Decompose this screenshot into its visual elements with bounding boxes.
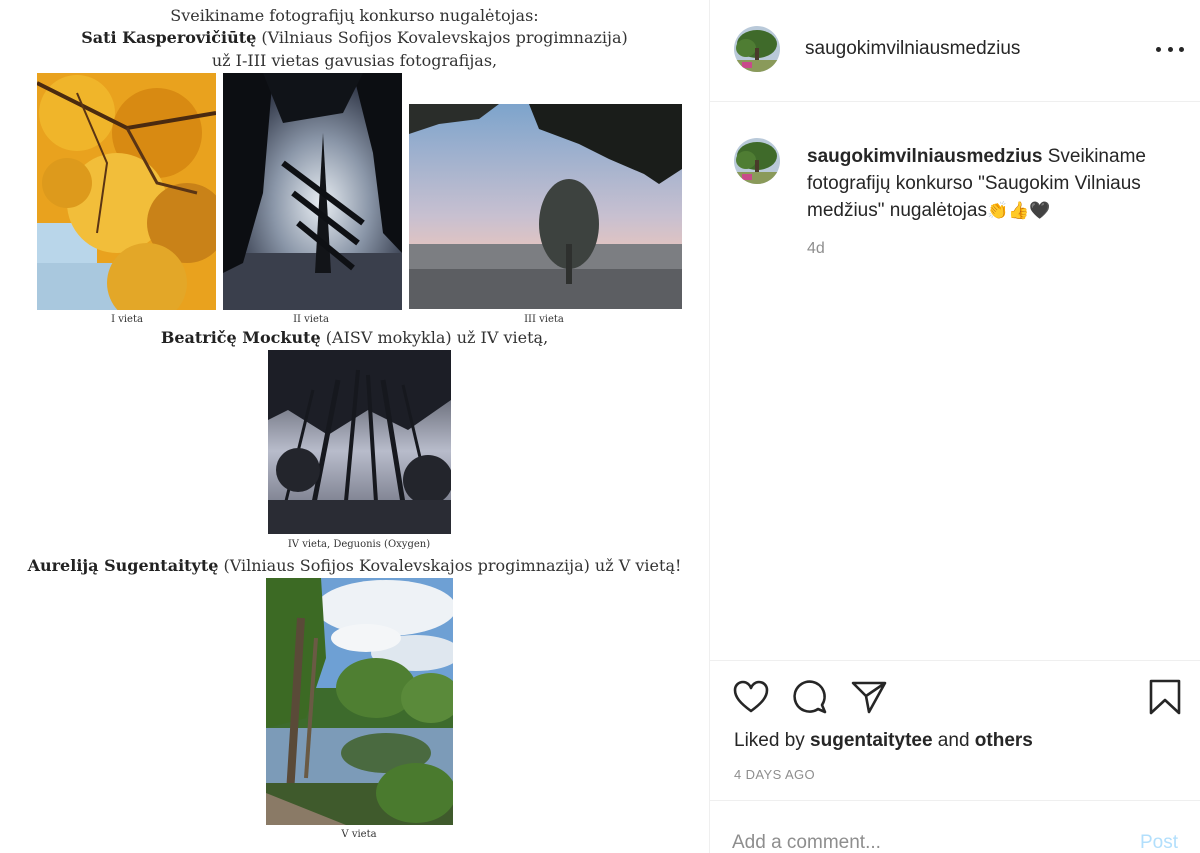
actions-divider (710, 660, 1200, 661)
caption-emojis: 👏👍🖤 (986, 201, 1051, 220)
doc-winner-1-places: už I-III vietas gavusias fotografijas, (211, 51, 498, 70)
photo-fourth-place (268, 350, 451, 534)
photo-third-place (409, 104, 682, 309)
more-options-icon[interactable] (1156, 38, 1184, 60)
doc-winner-3-name: Aureliją Sugentaitytę (27, 556, 219, 575)
bookmark-icon[interactable] (1146, 678, 1184, 716)
photo-first-place-caption: I vieta (111, 314, 143, 325)
caption-avatar[interactable] (734, 138, 780, 184)
photo-second-place-caption: II vieta (293, 314, 329, 325)
likes-middle: and (932, 730, 975, 751)
post-side-panel: saugokimvilniausmedzius saugokimvilniaus… (710, 0, 1200, 853)
post-timestamp: 4 DAYS AGO (734, 767, 816, 782)
doc-winner-3-details: (Vilniaus Sofijos Kovalevskajos progimna… (218, 556, 682, 575)
likes-prefix: Liked by (734, 730, 811, 751)
caption-username[interactable]: saugokimvilniausmedzius (807, 146, 1042, 167)
photo-fifth-place (266, 578, 453, 825)
comment-input[interactable] (732, 828, 1112, 853)
doc-heading: Sveikiname fotografijų konkurso nugalėto… (170, 6, 539, 25)
doc-winner-1-name: Sati Kasperovičiūtę (81, 28, 257, 47)
doc-winner-1-line: Sati Kasperovičiūtę (Vilniaus Sofijos Ko… (0, 28, 709, 47)
caption-time: 4d (807, 240, 825, 257)
post-author-username[interactable]: saugokimvilniausmedzius (805, 38, 1020, 60)
heart-icon[interactable] (732, 678, 770, 716)
photo-fifth-place-caption: V vieta (341, 829, 377, 840)
photo-fourth-place-caption: IV vieta, Deguonis (Oxygen) (287, 539, 431, 550)
doc-winner-2-line: Beatričę Mockutę (AISV mokykla) už IV vi… (0, 328, 709, 347)
post-header: saugokimvilniausmedzius (710, 0, 1200, 102)
post-image[interactable]: Sveikiname fotografijų konkurso nugalėto… (0, 0, 709, 853)
photo-second-place (223, 73, 402, 310)
comment-divider (710, 800, 1200, 801)
liked-by-user[interactable]: sugentaitytee (810, 730, 932, 751)
caption-text: saugokimvilniausmedzius Sveikiname fotog… (807, 143, 1177, 224)
doc-winner-3-line: Aureliją Sugentaitytę (Vilniaus Sofijos … (0, 556, 709, 575)
doc-winner-2-name: Beatričę Mockutę (160, 328, 321, 347)
liked-by-others[interactable]: others (975, 730, 1033, 751)
likes-summary: Liked by sugentaitytee and others (734, 730, 1033, 752)
doc-winner-2-details: (AISV mokykla) už IV vietą, (320, 328, 549, 347)
paper-plane-icon[interactable] (850, 678, 888, 716)
comment-bubble-icon[interactable] (791, 678, 829, 716)
photo-third-place-caption: III vieta (524, 314, 564, 325)
post-comment-button[interactable]: Post (1140, 832, 1178, 853)
photo-first-place (37, 73, 216, 310)
avatar[interactable] (734, 26, 780, 72)
doc-winner-1-school: (Vilniaus Sofijos Kovalevskajos progimna… (256, 28, 628, 47)
